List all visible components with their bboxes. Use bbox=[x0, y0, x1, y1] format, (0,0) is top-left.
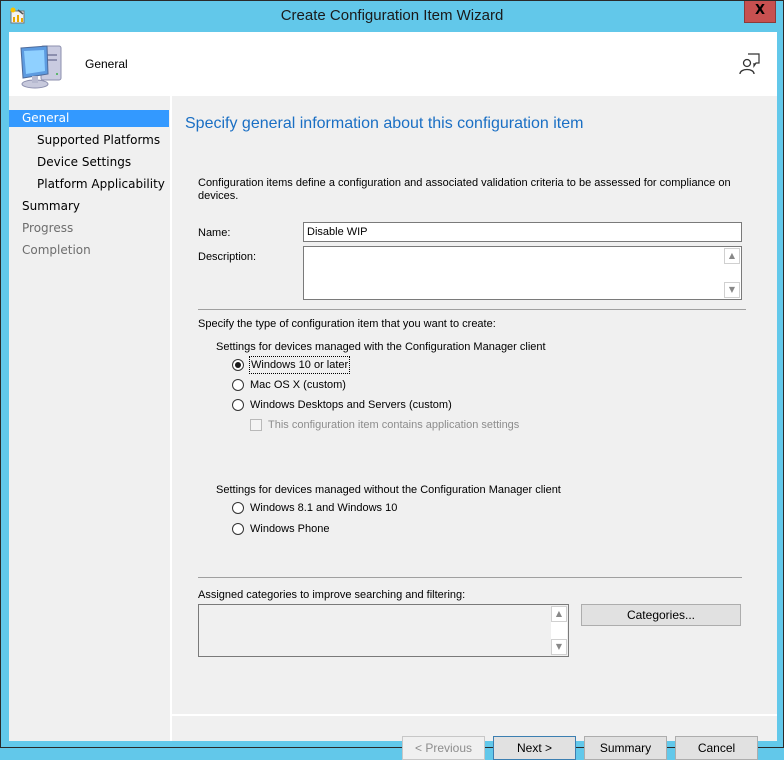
sidebar-item-summary[interactable]: Summary bbox=[9, 198, 169, 215]
help-person-icon[interactable] bbox=[738, 52, 762, 76]
wizard-header: General bbox=[9, 32, 777, 96]
description-input[interactable]: ▲ ▼ bbox=[303, 246, 742, 300]
close-button[interactable]: X bbox=[744, 1, 776, 23]
categories-scrollbar[interactable]: ▲ ▼ bbox=[551, 606, 567, 655]
radio-unchecked-icon[interactable] bbox=[232, 502, 244, 514]
name-input[interactable] bbox=[303, 222, 742, 242]
sidebar-item-device-settings[interactable]: Device Settings bbox=[9, 154, 169, 171]
previous-button: < Previous bbox=[402, 736, 485, 760]
sidebar-item-completion: Completion bbox=[22, 243, 91, 257]
scroll-up-icon[interactable]: ▲ bbox=[551, 606, 567, 622]
radio-label: Windows Desktops and Servers (custom) bbox=[250, 399, 452, 411]
page-heading: Specify general information about this c… bbox=[185, 115, 584, 132]
radio-label: Windows Phone bbox=[250, 523, 330, 535]
name-label: Name: bbox=[198, 227, 231, 239]
wizard-client-area: General General Supported Platforms Devi… bbox=[9, 32, 777, 760]
radio-unchecked-icon[interactable] bbox=[232, 379, 244, 391]
checkbox-icon bbox=[250, 419, 262, 431]
intro-text: Configuration items define a configurati… bbox=[198, 177, 731, 202]
checkbox-label: This configuration item contains applica… bbox=[268, 419, 520, 431]
title-bar[interactable]: Create Configuration Item Wizard X bbox=[1, 1, 783, 31]
without-client-group-label: Settings for devices managed without the… bbox=[216, 484, 561, 496]
section-divider bbox=[198, 309, 746, 310]
scroll-down-icon[interactable]: ▼ bbox=[724, 282, 740, 298]
radio-label: Mac OS X (custom) bbox=[250, 379, 346, 391]
description-scrollbar[interactable]: ▲ ▼ bbox=[724, 248, 740, 298]
footer-divider bbox=[172, 714, 777, 716]
with-client-group-label: Settings for devices managed with the Co… bbox=[216, 341, 546, 353]
sidebar-item-supported-platforms[interactable]: Supported Platforms bbox=[9, 132, 169, 149]
categories-button[interactable]: Categories... bbox=[581, 604, 741, 626]
sidebar-item-platform-applicability[interactable]: Platform Applicability bbox=[9, 176, 169, 193]
header-title: General bbox=[85, 57, 128, 71]
wizard-steps-sidebar: General Supported Platforms Device Setti… bbox=[9, 96, 170, 741]
cancel-button[interactable]: Cancel bbox=[675, 736, 758, 760]
computer-icon bbox=[20, 45, 62, 89]
scroll-down-icon[interactable]: ▼ bbox=[551, 639, 567, 655]
wizard-page-content: Specify general information about this c… bbox=[172, 96, 777, 760]
sidebar-item-progress: Progress bbox=[22, 221, 74, 235]
categories-label: Assigned categories to improve searching… bbox=[198, 589, 466, 601]
type-prompt: Specify the type of configuration item t… bbox=[198, 318, 496, 330]
radio-label: Windows 10 or later bbox=[248, 356, 351, 374]
summary-button[interactable]: Summary bbox=[584, 736, 667, 760]
radio-unchecked-icon[interactable] bbox=[232, 399, 244, 411]
next-button[interactable]: Next > bbox=[493, 736, 576, 760]
sidebar-item-general[interactable]: General bbox=[9, 110, 169, 127]
scroll-up-icon[interactable]: ▲ bbox=[724, 248, 740, 264]
radio-checked-icon[interactable] bbox=[232, 359, 244, 371]
radio-label: Windows 8.1 and Windows 10 bbox=[250, 502, 398, 514]
window-title: Create Configuration Item Wizard bbox=[280, 7, 504, 24]
section-divider bbox=[198, 577, 742, 578]
wizard-window: Create Configuration Item Wizard X Gener… bbox=[0, 0, 784, 760]
radio-unchecked-icon[interactable] bbox=[232, 523, 244, 535]
categories-list[interactable]: ▲ ▼ bbox=[198, 604, 569, 657]
description-label: Description: bbox=[198, 251, 257, 263]
